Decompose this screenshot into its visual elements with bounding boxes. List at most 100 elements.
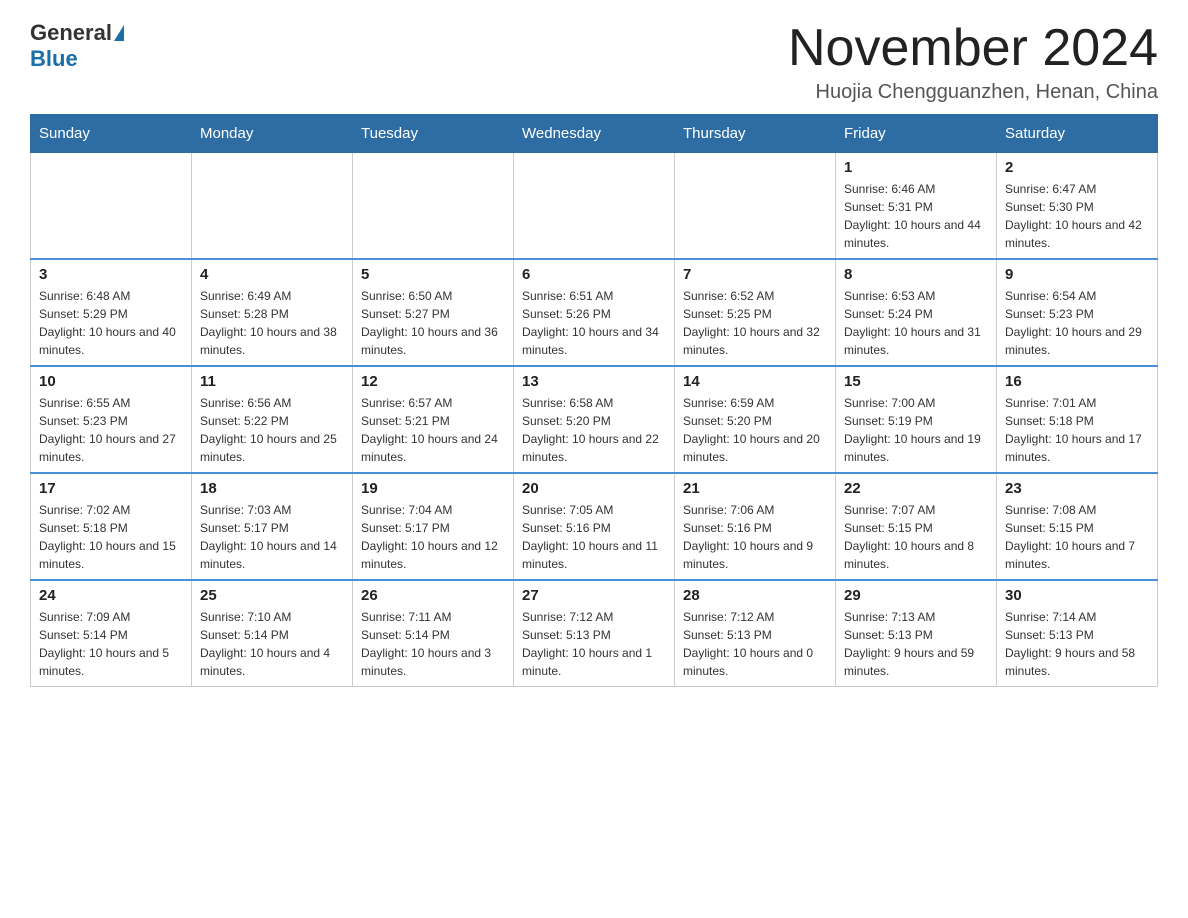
calendar-cell: 27Sunrise: 7:12 AMSunset: 5:13 PMDayligh… (514, 580, 675, 687)
day-info: Sunrise: 6:47 AMSunset: 5:30 PMDaylight:… (1005, 180, 1149, 252)
calendar-cell (31, 153, 192, 260)
day-info: Sunrise: 6:50 AMSunset: 5:27 PMDaylight:… (361, 287, 505, 359)
day-info: Sunrise: 6:59 AMSunset: 5:20 PMDaylight:… (683, 394, 827, 466)
calendar-cell: 15Sunrise: 7:00 AMSunset: 5:19 PMDayligh… (836, 366, 997, 473)
calendar-cell: 1 Sunrise: 6:46 AMSunset: 5:31 PMDaylight… (836, 153, 997, 260)
day-info: Sunrise: 7:10 AMSunset: 5:14 PMDaylight:… (200, 608, 344, 680)
day-number: 10 (39, 373, 183, 390)
weekday-header-saturday: Saturday (997, 115, 1158, 153)
calendar-cell: 9 Sunrise: 6:54 AMSunset: 5:23 PMDaylight… (997, 259, 1158, 366)
calendar-cell: 29 Sunrise: 7:13 AMSunset: 5:13 PMDayligh… (836, 580, 997, 687)
calendar-table: SundayMondayTuesdayWednesdayThursdayFrid… (30, 114, 1158, 687)
calendar-cell (675, 153, 836, 260)
location-title: Huojia Chengguanzhen, Henan, China (788, 81, 1158, 104)
calendar-cell: 16Sunrise: 7:01 AMSunset: 5:18 PMDayligh… (997, 366, 1158, 473)
day-info: Sunrise: 7:01 AMSunset: 5:18 PMDaylight:… (1005, 394, 1149, 466)
calendar-cell (353, 153, 514, 260)
logo-general-text: General (30, 20, 112, 46)
weekday-header-tuesday: Tuesday (353, 115, 514, 153)
calendar-cell: 19Sunrise: 7:04 AMSunset: 5:17 PMDayligh… (353, 473, 514, 580)
day-number: 12 (361, 373, 505, 390)
day-number: 17 (39, 480, 183, 497)
calendar-cell (514, 153, 675, 260)
title-area: November 2024 Huojia Chengguanzhen, Hena… (788, 20, 1158, 104)
day-info: Sunrise: 7:12 AMSunset: 5:13 PMDaylight:… (522, 608, 666, 680)
calendar-cell: 28 Sunrise: 7:12 AMSunset: 5:13 PMDayligh… (675, 580, 836, 687)
day-info: Sunrise: 6:46 AMSunset: 5:31 PMDaylight:… (844, 180, 988, 252)
day-info: Sunrise: 6:52 AMSunset: 5:25 PMDaylight:… (683, 287, 827, 359)
day-number: 30 (1005, 587, 1149, 604)
calendar-cell: 21 Sunrise: 7:06 AMSunset: 5:16 PMDayligh… (675, 473, 836, 580)
day-number: 4 (200, 266, 344, 283)
day-info: Sunrise: 7:04 AMSunset: 5:17 PMDaylight:… (361, 501, 505, 573)
day-number: 13 (522, 373, 666, 390)
calendar-cell: 18 Sunrise: 7:03 AMSunset: 5:17 PMDayligh… (192, 473, 353, 580)
day-number: 9 (1005, 266, 1149, 283)
page-header: General Blue November 2024 Huojia Chengg… (30, 20, 1158, 104)
day-info: Sunrise: 7:05 AMSunset: 5:16 PMDaylight:… (522, 501, 666, 573)
day-number: 2 (1005, 159, 1149, 176)
day-number: 26 (361, 587, 505, 604)
day-info: Sunrise: 7:02 AMSunset: 5:18 PMDaylight:… (39, 501, 183, 573)
calendar-cell: 2 Sunrise: 6:47 AMSunset: 5:30 PMDaylight… (997, 153, 1158, 260)
calendar-cell (192, 153, 353, 260)
day-info: Sunrise: 6:58 AMSunset: 5:20 PMDaylight:… (522, 394, 666, 466)
calendar-week-row: 10Sunrise: 6:55 AMSunset: 5:23 PMDayligh… (31, 366, 1158, 473)
calendar-cell: 14 Sunrise: 6:59 AMSunset: 5:20 PMDayligh… (675, 366, 836, 473)
day-info: Sunrise: 6:49 AMSunset: 5:28 PMDaylight:… (200, 287, 344, 359)
calendar-cell: 24 Sunrise: 7:09 AMSunset: 5:14 PMDayligh… (31, 580, 192, 687)
day-number: 11 (200, 373, 344, 390)
weekday-header-thursday: Thursday (675, 115, 836, 153)
day-number: 22 (844, 480, 988, 497)
logo-triangle-icon (114, 25, 124, 41)
calendar-cell: 20 Sunrise: 7:05 AMSunset: 5:16 PMDayligh… (514, 473, 675, 580)
calendar-cell: 8 Sunrise: 6:53 AMSunset: 5:24 PMDaylight… (836, 259, 997, 366)
day-number: 21 (683, 480, 827, 497)
day-number: 8 (844, 266, 988, 283)
day-info: Sunrise: 7:03 AMSunset: 5:17 PMDaylight:… (200, 501, 344, 573)
weekday-header-friday: Friday (836, 115, 997, 153)
day-number: 25 (200, 587, 344, 604)
day-info: Sunrise: 6:53 AMSunset: 5:24 PMDaylight:… (844, 287, 988, 359)
day-info: Sunrise: 6:56 AMSunset: 5:22 PMDaylight:… (200, 394, 344, 466)
calendar-cell: 17 Sunrise: 7:02 AMSunset: 5:18 PMDayligh… (31, 473, 192, 580)
day-number: 24 (39, 587, 183, 604)
calendar-cell: 25 Sunrise: 7:10 AMSunset: 5:14 PMDayligh… (192, 580, 353, 687)
day-info: Sunrise: 6:51 AMSunset: 5:26 PMDaylight:… (522, 287, 666, 359)
calendar-cell: 5 Sunrise: 6:50 AMSunset: 5:27 PMDaylight… (353, 259, 514, 366)
calendar-cell: 3 Sunrise: 6:48 AMSunset: 5:29 PMDaylight… (31, 259, 192, 366)
day-number: 7 (683, 266, 827, 283)
calendar-cell: 11 Sunrise: 6:56 AMSunset: 5:22 PMDayligh… (192, 366, 353, 473)
day-info: Sunrise: 7:13 AMSunset: 5:13 PMDaylight:… (844, 608, 988, 680)
calendar-cell: 6 Sunrise: 6:51 AMSunset: 5:26 PMDaylight… (514, 259, 675, 366)
month-title: November 2024 (788, 20, 1158, 77)
day-info: Sunrise: 6:57 AMSunset: 5:21 PMDaylight:… (361, 394, 505, 466)
day-number: 1 (844, 159, 988, 176)
day-info: Sunrise: 7:08 AMSunset: 5:15 PMDaylight:… (1005, 501, 1149, 573)
day-number: 28 (683, 587, 827, 604)
day-number: 5 (361, 266, 505, 283)
day-number: 29 (844, 587, 988, 604)
day-number: 14 (683, 373, 827, 390)
day-info: Sunrise: 6:54 AMSunset: 5:23 PMDaylight:… (1005, 287, 1149, 359)
day-number: 18 (200, 480, 344, 497)
calendar-week-row: 24 Sunrise: 7:09 AMSunset: 5:14 PMDayligh… (31, 580, 1158, 687)
day-info: Sunrise: 7:11 AMSunset: 5:14 PMDaylight:… (361, 608, 505, 680)
day-info: Sunrise: 7:06 AMSunset: 5:16 PMDaylight:… (683, 501, 827, 573)
logo: General Blue (30, 20, 124, 72)
day-info: Sunrise: 6:48 AMSunset: 5:29 PMDaylight:… (39, 287, 183, 359)
day-info: Sunrise: 7:09 AMSunset: 5:14 PMDaylight:… (39, 608, 183, 680)
day-info: Sunrise: 7:07 AMSunset: 5:15 PMDaylight:… (844, 501, 988, 573)
day-number: 3 (39, 266, 183, 283)
day-number: 23 (1005, 480, 1149, 497)
day-number: 6 (522, 266, 666, 283)
calendar-cell: 13 Sunrise: 6:58 AMSunset: 5:20 PMDayligh… (514, 366, 675, 473)
calendar-week-row: 17 Sunrise: 7:02 AMSunset: 5:18 PMDayligh… (31, 473, 1158, 580)
weekday-header-monday: Monday (192, 115, 353, 153)
day-info: Sunrise: 7:00 AMSunset: 5:19 PMDaylight:… (844, 394, 988, 466)
day-number: 20 (522, 480, 666, 497)
calendar-cell: 26 Sunrise: 7:11 AMSunset: 5:14 PMDayligh… (353, 580, 514, 687)
weekday-header-row: SundayMondayTuesdayWednesdayThursdayFrid… (31, 115, 1158, 153)
day-info: Sunrise: 7:12 AMSunset: 5:13 PMDaylight:… (683, 608, 827, 680)
calendar-week-row: 1 Sunrise: 6:46 AMSunset: 5:31 PMDaylight… (31, 153, 1158, 260)
